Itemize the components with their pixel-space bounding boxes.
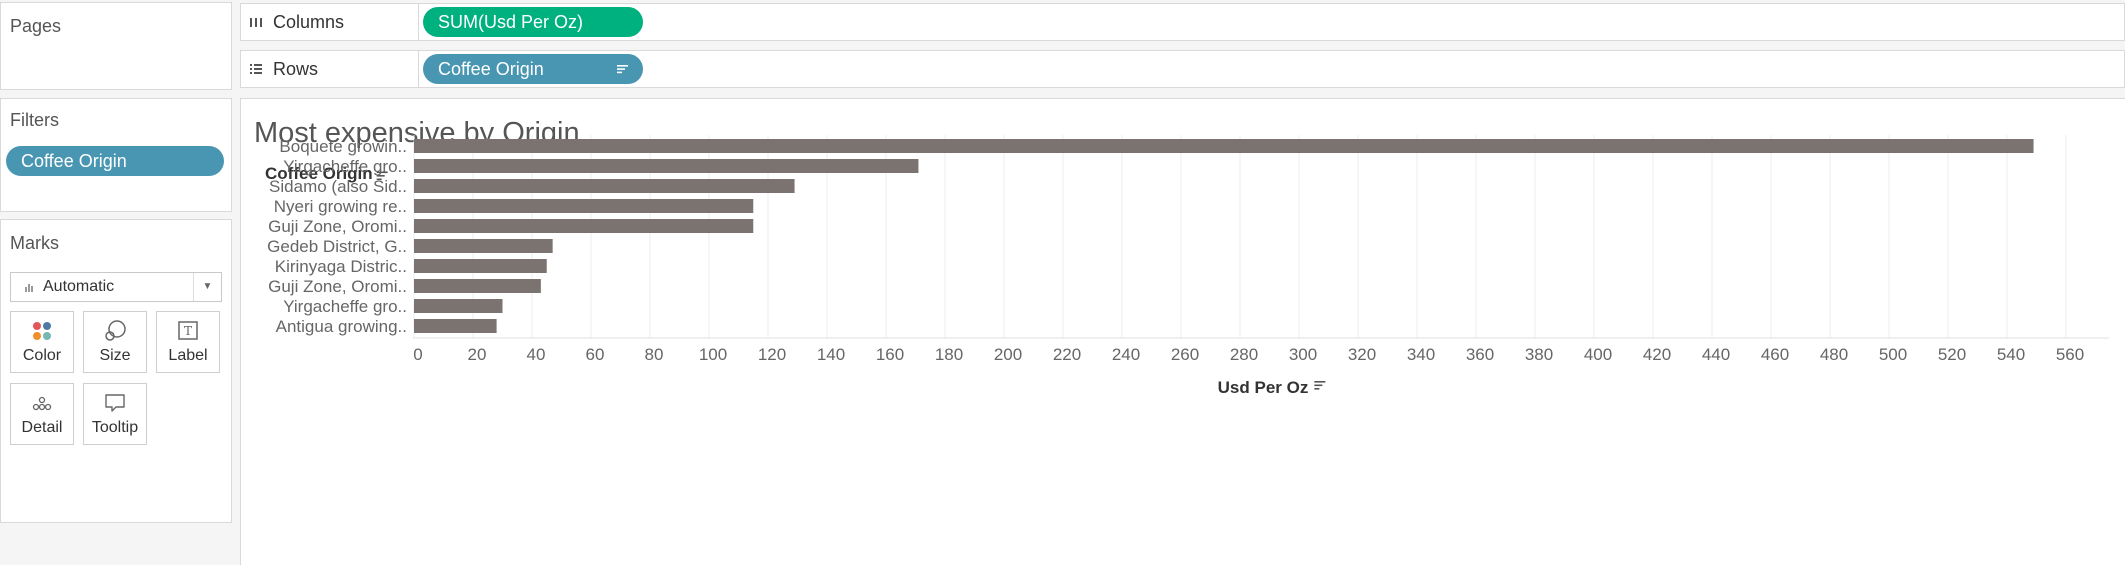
x-tick-label: 20 <box>468 345 487 364</box>
size-label: Size <box>99 347 131 364</box>
label-icon: T <box>178 321 198 340</box>
filter-pill-coffee-origin[interactable]: Coffee Origin <box>6 146 224 176</box>
x-tick-label: 0 <box>413 345 422 364</box>
detail-label: Detail <box>21 419 63 436</box>
color-label: Color <box>22 347 62 364</box>
category-label: Sidamo (also Sid.. <box>269 177 407 196</box>
filters-card: Filters Coffee Origin <box>0 98 232 212</box>
bar[interactable] <box>414 179 795 193</box>
category-label: Yirgacheffe gro.. <box>283 297 407 316</box>
detail-icon <box>32 396 52 411</box>
x-tick-label: 540 <box>1997 345 2025 364</box>
columns-shelf-label: Columns <box>241 4 419 40</box>
mark-type-label: Automatic <box>43 278 115 295</box>
x-tick-label: 480 <box>1820 345 1848 364</box>
size-icon <box>105 320 126 341</box>
x-tick-label: 160 <box>876 345 904 364</box>
x-tick-label: 320 <box>1348 345 1376 364</box>
x-tick-label: 120 <box>758 345 786 364</box>
rows-pill-coffee-origin[interactable]: Coffee Origin <box>423 54 643 84</box>
x-tick-label: 180 <box>935 345 963 364</box>
columns-pill-sum-usd-per-oz[interactable]: SUM(Usd Per Oz) <box>423 7 643 37</box>
category-label: Antigua growing.. <box>276 317 407 336</box>
filters-title: Filters <box>10 110 59 130</box>
filter-pill-label: Coffee Origin <box>21 151 127 171</box>
rows-shelf-label: Rows <box>241 51 419 87</box>
x-tick-label: 100 <box>699 345 727 364</box>
bar-chart-icon <box>25 284 33 292</box>
x-tick-label: 440 <box>1702 345 1730 364</box>
columns-label-text: Columns <box>273 12 345 32</box>
x-tick-label: 140 <box>817 345 845 364</box>
sort-icon-bar <box>1314 384 1323 387</box>
x-tick-label: 560 <box>2056 345 2084 364</box>
pages-title: Pages <box>10 16 62 36</box>
columns-shelf[interactable]: Columns SUM(Usd Per Oz) <box>240 3 2125 41</box>
color-button[interactable]: Color <box>10 311 74 373</box>
pages-card: Pages <box>0 2 232 90</box>
mark-type-dropdown[interactable]: Automatic ▼ <box>10 272 222 302</box>
tooltip-icon <box>105 394 125 412</box>
x-tick-label: 300 <box>1289 345 1317 364</box>
x-tick-label: 340 <box>1407 345 1435 364</box>
bar[interactable] <box>414 259 547 273</box>
bar[interactable] <box>414 139 2034 153</box>
tooltip-label: Tooltip <box>91 419 139 436</box>
bar[interactable] <box>414 219 754 233</box>
worksheet-view: Most expensive by Origin Coffee Origin Bo… <box>240 98 2125 565</box>
x-tick-label: 260 <box>1171 345 1199 364</box>
x-tick-label: 40 <box>527 345 546 364</box>
color-icon <box>33 322 51 340</box>
x-tick-label: 200 <box>994 345 1022 364</box>
x-tick-label: 280 <box>1230 345 1258 364</box>
rows-shelf[interactable]: Rows Coffee Origin <box>240 50 2125 88</box>
columns-pill-label: SUM(Usd Per Oz) <box>438 12 584 32</box>
chevron-down-icon[interactable]: ▼ <box>193 273 221 301</box>
x-tick-label: 400 <box>1584 345 1612 364</box>
svg-text:T: T <box>184 324 192 338</box>
x-tick-label: 380 <box>1525 345 1553 364</box>
label-button[interactable]: T Label <box>156 311 220 373</box>
category-label: Yirgacheffe gro.. <box>283 157 407 176</box>
marks-title: Marks <box>10 233 59 253</box>
category-label: Kirinyaga Distric.. <box>275 257 407 276</box>
label-label: Label <box>168 347 208 364</box>
rows-icon <box>250 64 262 74</box>
x-axis-label: Usd Per Oz <box>1218 378 1309 397</box>
columns-icon <box>250 18 262 27</box>
sort-icon-bar <box>1314 388 1320 390</box>
bar[interactable] <box>414 299 503 313</box>
category-label: Guji Zone, Oromi.. <box>268 277 407 296</box>
x-tick-label: 80 <box>645 345 664 364</box>
category-label: Gedeb District, G.. <box>267 237 407 256</box>
size-button[interactable]: Size <box>83 311 147 373</box>
x-tick-label: 520 <box>1938 345 1966 364</box>
bar[interactable] <box>414 199 754 213</box>
x-tick-label: 360 <box>1466 345 1494 364</box>
detail-button[interactable]: Detail <box>10 383 74 445</box>
rows-label-text: Rows <box>273 59 319 79</box>
category-label: Nyeri growing re.. <box>274 197 407 216</box>
category-label: Guji Zone, Oromi.. <box>268 217 407 236</box>
rows-pill-label: Coffee Origin <box>438 59 544 79</box>
x-tick-label: 500 <box>1879 345 1907 364</box>
sort-descending-icon[interactable] <box>617 64 629 74</box>
x-tick-label: 220 <box>1053 345 1081 364</box>
bar[interactable] <box>414 159 919 173</box>
tooltip-button[interactable]: Tooltip <box>83 383 147 445</box>
x-tick-label: 60 <box>586 345 605 364</box>
x-tick-label: 240 <box>1112 345 1140 364</box>
bar[interactable] <box>414 239 553 253</box>
x-tick-label: 460 <box>1761 345 1789 364</box>
category-label: Boquete growin.. <box>279 137 407 156</box>
bar[interactable] <box>414 319 497 333</box>
x-tick-label: 420 <box>1643 345 1671 364</box>
sort-icon-bar <box>1314 381 1326 383</box>
marks-card: Marks Automatic ▼ Color Size T Label Det… <box>0 219 232 523</box>
bar-chart: Coffee OriginBoquete growin..Yirgacheffe… <box>265 135 2109 397</box>
bar[interactable] <box>414 279 541 293</box>
